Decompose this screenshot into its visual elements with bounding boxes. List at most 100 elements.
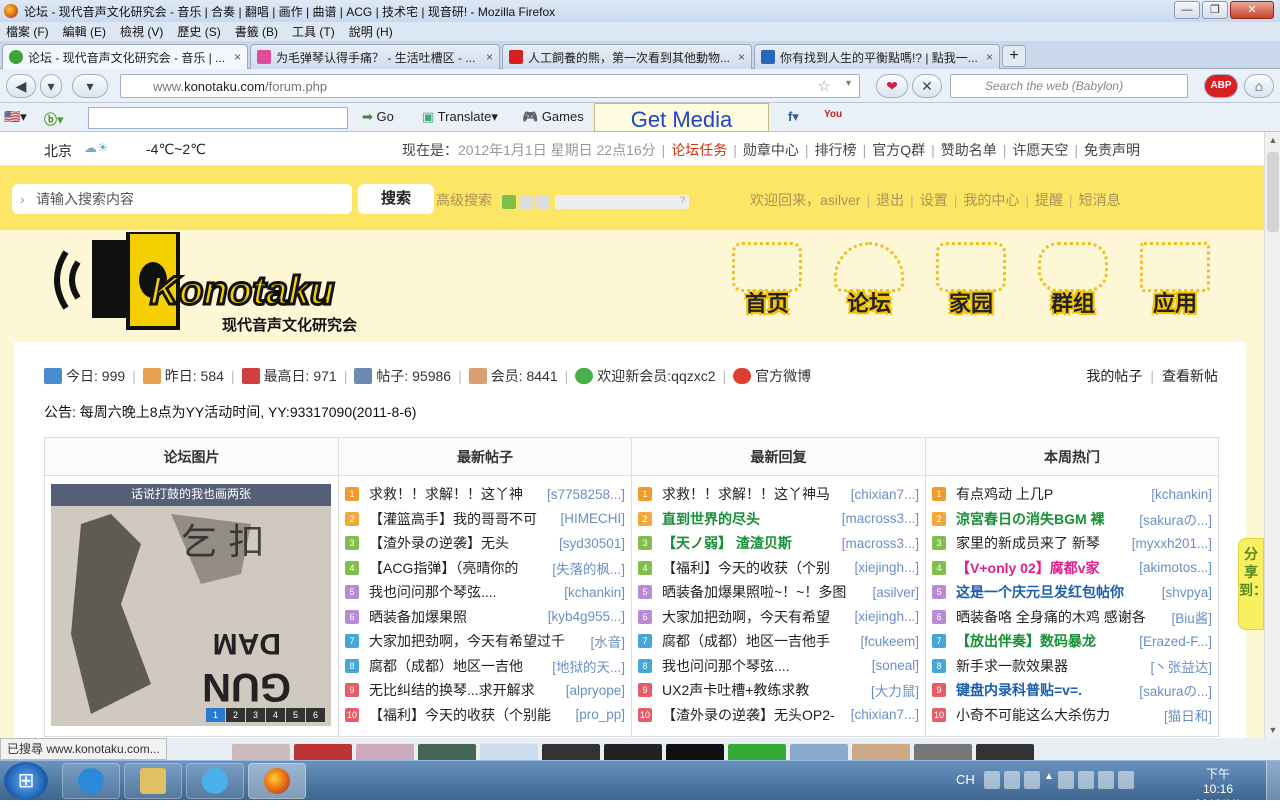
flag-icon[interactable] [1058, 771, 1074, 789]
list-item[interactable]: 5 我也问问那个琴弦.... [kchankin] [345, 580, 625, 605]
thread-title[interactable]: 【放出伴奏】数码暴龙 [956, 631, 1135, 651]
thread-author[interactable]: [s7758258...] [547, 487, 625, 502]
thread-author[interactable]: [alpryope] [566, 683, 625, 698]
web-search-input[interactable]: Search the web (Babylon) [950, 74, 1188, 98]
start-button[interactable]: ⊞ [4, 762, 48, 800]
pager-6[interactable]: 6 [306, 708, 325, 722]
ime-settings-icon[interactable] [1024, 771, 1040, 789]
thread-author[interactable]: [macross3...] [842, 511, 919, 526]
search-button[interactable]: 搜索 [358, 184, 434, 214]
list-item[interactable]: 9 UX2声卡吐槽+教练求教 [大力鼠] [638, 678, 919, 703]
get-media-banner[interactable]: Get Media [594, 103, 769, 132]
thread-title[interactable]: 键盘内录科普贴=v=. [956, 680, 1135, 700]
vertical-scrollbar[interactable]: ▲ ▼ [1264, 132, 1280, 738]
heart-icon[interactable]: ❤ [876, 74, 908, 98]
ime-mode-icon[interactable] [1004, 771, 1020, 789]
nav-home[interactable]: 首页 [716, 242, 818, 328]
taskbar-firefox[interactable] [248, 763, 306, 799]
volume-icon[interactable] [1098, 771, 1114, 789]
list-item[interactable]: 7 腐都（成都）地区一吉他手 [fcukeem] [638, 629, 919, 654]
menu-view[interactable]: 檢視 (V) [120, 23, 163, 40]
menu-history[interactable]: 歷史 (S) [177, 23, 220, 40]
list-item[interactable]: 4 【V+only 02】腐都v家 [akimotos...] [932, 556, 1212, 581]
go-button[interactable]: ➡ Go [362, 109, 394, 125]
thread-author[interactable]: [pro_pp] [575, 707, 625, 722]
list-item[interactable]: 6 晒装备咯 全身痛的木鸡 感谢各 [Biu酱] [932, 605, 1212, 630]
identity-button[interactable]: ▾ [72, 74, 108, 98]
show-desktop-button[interactable] [1266, 761, 1280, 801]
thread-title[interactable]: 腐都（成都）地区一吉他手 [662, 631, 856, 651]
scroll-up-icon[interactable]: ▲ [1265, 132, 1280, 148]
language-indicator[interactable]: CH [956, 772, 975, 787]
stop-icon[interactable] [536, 195, 550, 209]
link-settings[interactable]: 设置 [920, 192, 948, 208]
link-ranking[interactable]: 排行榜 [815, 142, 857, 158]
thread-author[interactable]: [失落的枫...] [552, 558, 625, 578]
list-item[interactable]: 3 【渣外录の逆袭】无头 [syd30501] [345, 531, 625, 556]
taskbar-app[interactable] [186, 763, 244, 799]
nav-groups[interactable]: 群组 [1022, 242, 1124, 328]
player-track[interactable]: ? [555, 195, 689, 209]
thread-title[interactable]: 有点鸡动 上几P [956, 484, 1147, 504]
site-search-input[interactable]: 请输入搜索内容 [12, 184, 352, 214]
list-item[interactable]: 1 有点鸡动 上几P [kchankin] [932, 482, 1212, 507]
advanced-search-link[interactable]: 高级搜索 [436, 190, 492, 210]
link-my-center[interactable]: 我的中心 [963, 192, 1019, 208]
list-item[interactable]: 8 腐都（成都）地区一吉他 [地狱的天...] [345, 654, 625, 679]
thread-author[interactable]: [xiejingh...] [854, 560, 919, 575]
pager-1[interactable]: 1 [206, 708, 225, 722]
thread-author[interactable]: [sakuraの...] [1139, 680, 1212, 700]
list-item[interactable]: 3 【天ノ弱】 渣渣贝斯 [macross3...] [638, 531, 919, 556]
list-item[interactable]: 2 涼宮春日の消失BGM 裸 [sakuraの...] [932, 507, 1212, 532]
link-qq-group[interactable]: 官方Q群 [872, 142, 925, 158]
scroll-down-icon[interactable]: ▼ [1265, 722, 1280, 738]
list-item[interactable]: 7 【放出伴奏】数码暴龙 [Erazed-F...] [932, 629, 1212, 654]
youtube-icon[interactable]: You [824, 109, 842, 120]
thread-title[interactable]: 【ACG指弹】（亮晴你的 [369, 558, 548, 578]
thread-title[interactable]: 家里的新成员来了 新琴 [956, 533, 1128, 553]
list-item[interactable]: 10 【福利】今天的收获（个别能 [pro_pp] [345, 703, 625, 728]
new-member-link[interactable]: qqzxc2 [671, 368, 715, 384]
ime-icon[interactable] [984, 771, 1000, 789]
thread-author[interactable]: [Biu酱] [1171, 607, 1212, 627]
menu-edit[interactable]: 編輯 (E) [63, 23, 106, 40]
pager-4[interactable]: 4 [266, 708, 285, 722]
toolbar-search-input[interactable] [88, 107, 348, 129]
thread-title[interactable]: 求救！！求解！！这丫神马 [662, 484, 847, 504]
stop-icon[interactable]: ✕ [912, 74, 942, 98]
list-item[interactable]: 6 大家加把劲啊，今天有希望 [xiejingh...] [638, 605, 919, 630]
tray-expand-icon[interactable]: ▲ [1044, 771, 1054, 789]
flag-icon[interactable]: 🇺🇸▾ [4, 109, 27, 125]
thread-title[interactable]: 求救！！求解！！这丫神 [369, 484, 543, 504]
site-logo[interactable]: Konotaku 现代音声文化研究会 [44, 230, 384, 336]
url-bar[interactable]: www. konotaku.com/forum.php ☆ ▾ [120, 74, 860, 98]
share-sidebar[interactable]: 分享到： [1238, 538, 1264, 630]
thread-author[interactable]: [kyb4g955...] [548, 609, 625, 624]
list-item[interactable]: 2 【灌篮高手】我的哥哥不可 [HIMECHI] [345, 507, 625, 532]
link-logout[interactable]: 退出 [876, 192, 904, 208]
pager-2[interactable]: 2 [226, 708, 245, 722]
thread-title[interactable]: 【天ノ弱】 渣渣贝斯 [662, 533, 838, 553]
menu-help[interactable]: 說明 (H) [349, 23, 393, 40]
new-tab-button[interactable]: + [1002, 45, 1026, 67]
thread-title[interactable]: 大家加把劲啊，今天有希望过千 [369, 631, 586, 651]
thread-author[interactable]: [猫日和] [1164, 705, 1212, 725]
thread-author[interactable]: [大力鼠] [871, 680, 919, 700]
tab-bear-video[interactable]: 人工飼養的熊，第一次看到其他動物... × [502, 44, 752, 69]
thread-author[interactable]: [fcukeem] [860, 634, 919, 649]
link-disclaimer[interactable]: 免责声明 [1084, 142, 1140, 158]
taskbar-ie[interactable] [62, 763, 120, 799]
thread-title[interactable]: 【渣外录の逆袭】无头 [369, 533, 555, 553]
thread-author[interactable]: [chixian7...] [851, 487, 919, 502]
clock[interactable]: 下午 10:16 2012/1/1 [1193, 767, 1243, 812]
menu-file[interactable]: 檔案 (F) [6, 23, 49, 40]
thread-author[interactable]: [xiejingh...] [854, 609, 919, 624]
my-posts-link[interactable]: 我的帖子 [1086, 368, 1142, 384]
thread-title[interactable]: UX2声卡吐槽+教练求教 [662, 680, 867, 700]
thread-title[interactable]: 这是一个庆元旦发红包帖你 [956, 582, 1158, 602]
tab-forum[interactable]: 论坛 - 现代音声文化研究会 - 音乐 | ... × [2, 44, 248, 69]
thread-author[interactable]: [macross3...] [842, 536, 919, 551]
new-posts-link[interactable]: 查看新帖 [1162, 368, 1218, 384]
link-medals[interactable]: 勋章中心 [743, 142, 799, 158]
back-button[interactable]: ◀ [6, 74, 36, 98]
